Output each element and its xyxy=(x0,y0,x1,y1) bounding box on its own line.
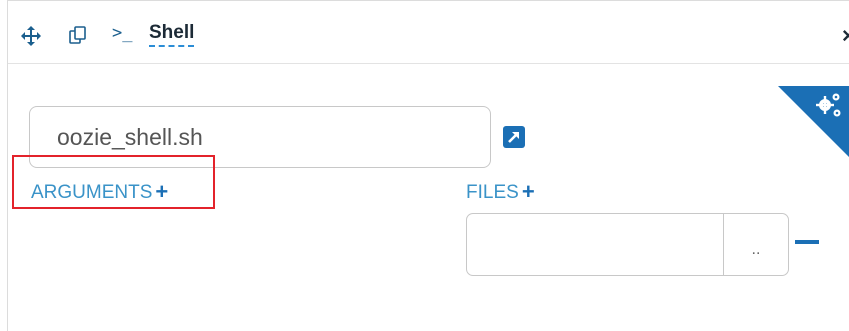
plus-icon: + xyxy=(521,179,535,204)
move-icon[interactable] xyxy=(21,26,41,46)
file-input-group: .. xyxy=(466,213,789,276)
external-link-icon[interactable] xyxy=(503,126,525,148)
close-icon[interactable]: × xyxy=(842,23,849,49)
settings-corner[interactable] xyxy=(778,86,849,157)
add-argument-link[interactable]: ARGUMENTS + xyxy=(31,178,168,204)
minus-icon[interactable] xyxy=(795,240,819,244)
arguments-label: ARGUMENTS xyxy=(31,182,153,203)
file-path-input[interactable] xyxy=(467,214,723,275)
action-header: >_ Shell × xyxy=(8,1,849,64)
browse-button[interactable]: .. xyxy=(723,214,788,275)
plus-icon: + xyxy=(155,179,169,204)
action-title[interactable]: Shell xyxy=(149,22,195,47)
files-label: FILES xyxy=(466,182,519,203)
copy-icon[interactable] xyxy=(68,25,88,45)
add-file-link[interactable]: FILES + xyxy=(466,178,535,204)
shell-prompt-icon: >_ xyxy=(112,23,133,43)
